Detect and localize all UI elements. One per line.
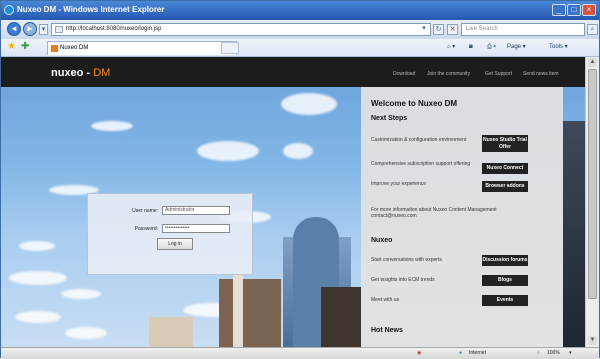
refresh-icon[interactable]: ↻ [433, 24, 444, 35]
more-heading: Nuxeo [371, 237, 393, 244]
feeds-icon[interactable]: ◙ [469, 42, 473, 53]
title-bar: Nuxeo DM - Windows Internet Explorer _ □… [1, 1, 599, 20]
zone-label: Internet [469, 350, 486, 356]
more-text-events: Meet with us [371, 297, 400, 303]
building [149, 317, 193, 347]
username-label: User name: [132, 208, 158, 214]
logo-main: nuxeo [51, 67, 84, 79]
events-button[interactable]: Events [482, 295, 528, 306]
studio-trial-button[interactable]: Nuxeo Studio Trial Offer [482, 135, 528, 152]
address-field[interactable]: http://localhost:8080/nuxeo/login.jsp [51, 23, 431, 36]
more-text-blogs: Get insights into ECM trends [371, 277, 435, 283]
site-header: nuxeo - DM Download Join the community G… [1, 57, 599, 87]
zoom-icon: ⌕ [537, 350, 540, 356]
page-menu-label: Page [507, 44, 522, 50]
add-favorites-icon[interactable]: ✚ [21, 41, 29, 53]
tab-nuxeo-dm[interactable]: Nuxeo DM [47, 41, 237, 55]
password-input[interactable]: •••••••••••••• [162, 224, 230, 233]
url-text: http://localhost:8080/nuxeo/login.jsp [66, 26, 162, 32]
building [233, 269, 243, 347]
favorites-bar: ★ ✚ Nuxeo DM ⌂ ▾ ◙ ⎙ ▾ Page ▾ Tools ▾ [1, 39, 599, 57]
contact-text: For more information about Nuxeo Content… [371, 207, 497, 219]
favorites-star-icon[interactable]: ★ [7, 41, 16, 53]
logo-accent: DM [93, 67, 111, 79]
login-button[interactable]: Log in [157, 238, 193, 250]
tab-label: Nuxeo DM [60, 45, 89, 51]
zoom-dropdown-icon[interactable]: ▾ [569, 348, 572, 358]
close-window-button[interactable]: × [582, 4, 596, 16]
vertical-scrollbar[interactable]: ▲ ▼ [585, 57, 599, 347]
new-tab-button[interactable] [221, 42, 239, 54]
tools-menu-label: Tools [549, 44, 564, 50]
step-text-addons: Improve your experience [371, 181, 427, 187]
username-input[interactable]: Administrator [162, 206, 230, 215]
browser-addons-button[interactable]: Browser addons [482, 181, 528, 192]
building [219, 279, 281, 347]
step-text-connect: Comprehensive subscription support offer… [371, 161, 471, 167]
search-icon[interactable]: ⌕ [587, 24, 598, 35]
step-text-studio: Customization & configuration environmen… [371, 137, 467, 143]
back-button[interactable]: ◄ [7, 22, 21, 36]
blogs-button[interactable]: Blogs [482, 275, 528, 286]
scroll-up-icon[interactable]: ▲ [588, 58, 597, 67]
cloud [15, 311, 61, 323]
nuxeo-logo[interactable]: nuxeo - DM [51, 67, 110, 79]
status-bar: ◉ ● Internet ⌕ 100% ▾ [1, 347, 599, 359]
cloud [61, 289, 101, 299]
cloud [283, 143, 313, 159]
forward-button[interactable]: ► [23, 22, 37, 36]
print-icon[interactable]: ⎙ ▾ [487, 42, 496, 53]
search-input[interactable]: Live Search [461, 23, 585, 36]
link-news[interactable]: Send news item [523, 71, 559, 77]
minimize-button[interactable]: _ [552, 4, 566, 16]
tab-favicon-icon [51, 45, 58, 52]
building [563, 121, 585, 347]
welcome-heading: Welcome to Nuxeo DM [371, 99, 458, 108]
history-dropdown-icon[interactable]: ▾ [39, 24, 48, 35]
cloud [65, 327, 107, 339]
protected-mode-icon: ◉ [417, 350, 422, 356]
link-download[interactable]: Download [393, 71, 415, 77]
cloud [197, 141, 259, 161]
welcome-panel: Welcome to Nuxeo DM Next Steps Customiza… [361, 87, 563, 347]
link-support[interactable]: Get Support [485, 71, 512, 77]
password-label: Password: [134, 226, 158, 232]
home-icon[interactable]: ⌂ ▾ [447, 42, 455, 53]
maximize-button[interactable]: □ [567, 4, 581, 16]
address-dropdown-icon[interactable]: ▾ [419, 24, 429, 35]
globe-icon: ● [459, 350, 463, 356]
link-community[interactable]: Join the community [427, 71, 470, 77]
news-heading: Hot News [371, 327, 403, 334]
login-box: User name: Administrator Password: •••••… [87, 193, 253, 275]
browser-window: Nuxeo DM - Windows Internet Explorer _ □… [0, 0, 600, 359]
more-text-forums: Start conversations with experts [371, 257, 442, 263]
cloud [281, 93, 337, 115]
scroll-down-icon[interactable]: ▼ [588, 336, 597, 345]
logo-sep: - [83, 67, 94, 79]
tools-menu[interactable]: Tools ▾ [549, 42, 568, 53]
scroll-thumb[interactable] [588, 69, 597, 299]
cloud [19, 241, 55, 251]
cloud [9, 271, 67, 285]
ie-logo-icon [4, 5, 14, 15]
page-content: nuxeo - DM Download Join the community G… [1, 57, 599, 347]
stop-icon[interactable]: ✕ [447, 24, 458, 35]
next-steps-heading: Next Steps [371, 115, 408, 122]
window-title: Nuxeo DM - Windows Internet Explorer [17, 5, 165, 14]
building [321, 287, 361, 347]
page-icon [55, 26, 63, 33]
nuxeo-connect-button[interactable]: Nuxeo Connect [482, 163, 528, 174]
cloud [91, 121, 133, 131]
page-menu[interactable]: Page ▾ [507, 42, 526, 53]
zoom-level[interactable]: 100% [547, 348, 560, 358]
address-toolbar: ◄ ► ▾ http://localhost:8080/nuxeo/login.… [1, 20, 599, 39]
discussion-forums-button[interactable]: Discussion forums [482, 255, 528, 266]
